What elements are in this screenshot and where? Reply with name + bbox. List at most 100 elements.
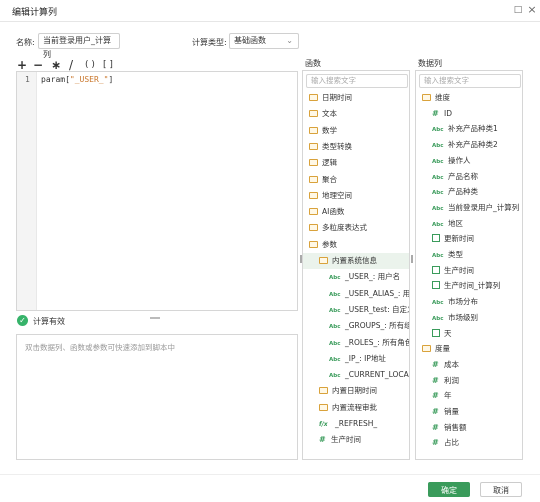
tree-item-label: 地区: [448, 218, 463, 228]
tree-item-label: 操作人: [448, 155, 471, 165]
tree-folder[interactable]: 逻辑: [303, 155, 409, 171]
tree-folder[interactable]: 内置流程审批: [303, 400, 409, 416]
tree-folder[interactable]: 内置日期时间: [303, 383, 409, 399]
tree-folder[interactable]: 聚合: [303, 172, 409, 188]
tree-folder[interactable]: 地理空间: [303, 188, 409, 204]
tree-item[interactable]: f/x _REFRESH_: [303, 416, 409, 432]
tree-item[interactable]: # 成本: [416, 357, 522, 373]
tree-item-label: 类型转换: [322, 141, 352, 151]
tree-item[interactable]: Abc 市场级别: [416, 310, 522, 326]
number-type-icon: #: [432, 422, 439, 432]
tree-item[interactable]: Abc _IP_: IP地址: [303, 351, 409, 367]
maximize-icon[interactable]: □: [512, 4, 524, 16]
text-type-icon: Abc: [329, 275, 341, 282]
tree-item[interactable]: Abc _USER_test: 自定义用户: [303, 302, 409, 318]
tree-item[interactable]: Abc _CURRENT_LOCALE_: 当: [303, 367, 409, 383]
tree-item[interactable]: # 销售额: [416, 420, 522, 436]
window-title: 编辑计算列: [12, 8, 58, 18]
tree-item[interactable]: Abc 操作人: [416, 153, 522, 169]
code-suffix: ]: [108, 75, 114, 84]
multiply-button[interactable]: ∗: [51, 58, 61, 72]
plus-button[interactable]: +: [17, 58, 27, 72]
date-type-icon: [432, 328, 440, 337]
folder-icon: [319, 403, 328, 411]
resize-handle[interactable]: [150, 317, 160, 319]
tree-item[interactable]: Abc 产品种类: [416, 184, 522, 200]
parentheses-button[interactable]: ( ): [85, 60, 95, 70]
ok-button[interactable]: 确定: [428, 482, 470, 497]
functions-search-input[interactable]: 输入搜索文字: [306, 74, 408, 88]
right-splitter-icon[interactable]: [411, 255, 413, 263]
tree-item[interactable]: Abc _GROUPS_: 所有组: [303, 318, 409, 334]
tree-item-label: 更新时间: [444, 234, 474, 244]
folder-icon: [319, 387, 328, 395]
tree-folder[interactable]: 内置系统信息: [303, 253, 409, 269]
text-type-icon: Abc: [329, 307, 341, 314]
left-splitter-icon[interactable]: [300, 255, 302, 263]
columns-search-input[interactable]: 输入搜索文字: [419, 74, 521, 88]
tree-folder[interactable]: 度量: [416, 341, 522, 357]
folder-icon: [309, 126, 318, 134]
script-editor[interactable]: 1 param["_USER_"]: [16, 71, 298, 311]
tree-folder[interactable]: 类型转换: [303, 139, 409, 155]
tree-item[interactable]: # 生产时间: [303, 432, 409, 448]
tree-item[interactable]: # 年: [416, 388, 522, 404]
tree-item[interactable]: # ID: [416, 106, 522, 122]
text-type-icon: Abc: [432, 221, 444, 228]
tree-item-label: 类型: [448, 250, 463, 259]
tree-item-label: 年: [444, 391, 452, 401]
text-type-icon: Abc: [329, 291, 341, 298]
divide-button[interactable]: /: [69, 58, 73, 72]
tree-item[interactable]: Abc _USER_ALIAS_: 用户昵称: [303, 286, 409, 302]
tree-item[interactable]: 生产时间: [416, 263, 522, 279]
text-type-icon: Abc: [329, 340, 341, 347]
tree-item[interactable]: Abc 类型: [416, 247, 522, 263]
cancel-button[interactable]: 取消: [480, 482, 522, 497]
tree-folder[interactable]: 参数: [303, 237, 409, 253]
tree-item[interactable]: Abc 补充产品种类1: [416, 121, 522, 137]
folder-icon: [422, 94, 431, 101]
tree-item[interactable]: # 销量: [416, 404, 522, 420]
tree-item[interactable]: Abc 市场分布: [416, 294, 522, 310]
tree-item[interactable]: 生产时间_计算列: [416, 278, 522, 294]
tree-item-label: AI函数: [322, 207, 345, 217]
folder-icon: [309, 240, 318, 248]
editor-gutter: 1: [17, 72, 37, 310]
tree-item[interactable]: Abc 地区: [416, 216, 522, 232]
tree-item[interactable]: 更新时间: [416, 231, 522, 247]
tree-item[interactable]: Abc _USER_: 用户名: [303, 269, 409, 285]
tree-item[interactable]: Abc 当前登录用户_计算列: [416, 200, 522, 216]
tree-item[interactable]: # 占比: [416, 435, 522, 451]
tree-item-label: 内置日期时间: [332, 386, 377, 396]
text-type-icon: Abc: [329, 324, 341, 331]
minus-button[interactable]: −: [33, 58, 43, 72]
tree-folder[interactable]: 日期时间: [303, 90, 409, 106]
tree-item[interactable]: 天: [416, 326, 522, 342]
close-icon[interactable]: ×: [526, 4, 538, 16]
tree-item-label: _IP_: IP地址: [345, 353, 386, 363]
tree-item[interactable]: # 利润: [416, 373, 522, 389]
tree-item-label: 销售额: [444, 422, 467, 432]
tree-folder[interactable]: 多粒度表达式: [303, 220, 409, 236]
calc-type-select[interactable]: 基础函数 ⌄: [229, 33, 299, 49]
brackets-button[interactable]: [ ]: [103, 60, 113, 70]
number-type-icon: #: [432, 108, 439, 118]
tree-item-label: 产品名称: [448, 171, 478, 181]
name-input[interactable]: 当前登录用户_计算列: [38, 33, 120, 59]
tree-item[interactable]: Abc _ROLES_: 所有角色: [303, 335, 409, 351]
tree-item[interactable]: Abc 产品名称: [416, 169, 522, 185]
tree-item[interactable]: Abc 补充产品种类2: [416, 137, 522, 153]
tree-item-label: 数学: [322, 125, 337, 135]
code-line[interactable]: param["_USER_"]: [41, 75, 113, 84]
tree-folder[interactable]: 维度: [416, 90, 522, 106]
tree-item-label: _REFRESH_: [335, 419, 378, 428]
columns-panel: 输入搜索文字 维度 # ID Abc 补充产品种类1 Abc 补充产品种类2 Abc 操作人 Ab…: [415, 70, 523, 460]
tree-folder[interactable]: 文本: [303, 106, 409, 122]
tree-folder[interactable]: 数学: [303, 123, 409, 139]
tree-item-label: 聚合: [322, 174, 337, 184]
tree-folder[interactable]: AI函数: [303, 204, 409, 220]
number-type-icon: #: [432, 407, 439, 416]
tree-item-label: 内置系统信息: [332, 256, 377, 265]
tree-item-label: 销量: [444, 407, 459, 416]
tree-item-label: 利润: [444, 375, 459, 385]
